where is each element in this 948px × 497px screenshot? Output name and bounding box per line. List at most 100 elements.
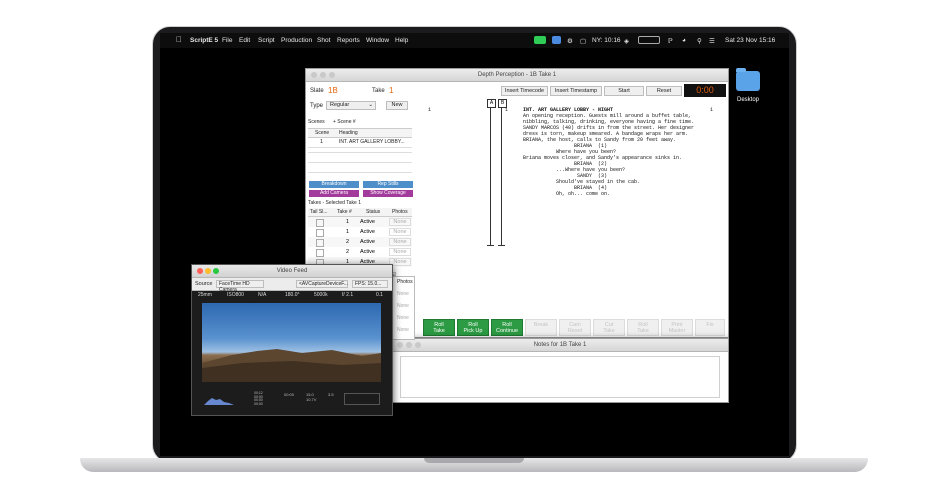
minimize-button[interactable] [205, 268, 211, 274]
minimize-button[interactable] [406, 342, 412, 348]
facetime-status-icon[interactable] [534, 36, 546, 44]
roll-pickup-button[interactable]: Roll Pick Up [457, 319, 489, 336]
table-row[interactable]: 1 Active None [308, 217, 412, 227]
menu-window[interactable]: Window [366, 37, 389, 44]
menu-shot[interactable]: Shot [317, 37, 330, 44]
close-button[interactable] [197, 268, 203, 274]
break-button[interactable]: Break [525, 319, 557, 336]
take-photos[interactable]: None [389, 238, 411, 246]
takes-col-photos[interactable]: Photos [392, 209, 408, 215]
menu-production[interactable]: Production [281, 37, 312, 44]
cam-reset-button[interactable]: Cam Reset [559, 319, 591, 336]
roll-take-disabled-button[interactable]: Roll Take [627, 319, 659, 336]
table-row[interactable]: 2 Active None [308, 237, 412, 247]
minimize-button[interactable] [320, 72, 326, 78]
take-value[interactable]: 1 [389, 86, 393, 95]
insert-timestamp-button[interactable]: Insert Timestamp [550, 86, 602, 96]
scene-col-header[interactable]: Scene [315, 130, 329, 136]
bluetooth-icon[interactable]: ℙ [668, 37, 673, 45]
rep-stills-button[interactable]: Rep Stills [363, 181, 413, 188]
fps-select[interactable]: FPS: 15.0... [352, 280, 388, 288]
close-button[interactable] [397, 342, 403, 348]
takes-col-status[interactable]: Status [366, 209, 380, 215]
mirror-icon[interactable]: ▢ [580, 37, 586, 45]
takes-col-take[interactable]: Take # [337, 209, 352, 215]
photo-slot[interactable]: None [397, 315, 409, 321]
divider [308, 152, 412, 153]
wifi-icon[interactable]: ◕ [682, 37, 686, 44]
take-status[interactable]: Active [360, 229, 375, 235]
main-window-title: Depth Perception - 1B Take 1 [477, 72, 557, 78]
take-number: 2 [346, 239, 350, 245]
date-time[interactable]: Sat 23 Nov 15:16 [725, 37, 775, 44]
photo-slot[interactable]: None [397, 327, 409, 333]
shield-icon[interactable]: ◈ [624, 37, 629, 45]
slate-value[interactable]: 1B [328, 86, 338, 95]
reset-button[interactable]: Reset [646, 86, 682, 96]
menu-script[interactable]: Script [258, 37, 275, 44]
camera-a-marker[interactable]: A [487, 99, 496, 108]
take-photos[interactable]: None [389, 248, 411, 256]
table-row[interactable]: 2 Active None [308, 247, 412, 257]
main-window-titlebar[interactable]: Depth Perception - 1B Take 1 [306, 69, 728, 82]
zoom-button[interactable] [329, 72, 335, 78]
take-status[interactable]: Active [360, 239, 375, 245]
battery-icon[interactable] [638, 36, 660, 44]
start-button[interactable]: Start [604, 86, 644, 96]
gear-icon[interactable]: ⚙ [567, 37, 573, 45]
roll-continue-button[interactable]: Roll Continue [491, 319, 523, 336]
menu-reports[interactable]: Reports [337, 37, 360, 44]
checkbox[interactable] [316, 239, 324, 247]
takes-col-tail[interactable]: Tail Sl... [310, 209, 328, 215]
coverage-end-a [487, 245, 494, 246]
search-icon[interactable]: ⚲ [697, 37, 702, 45]
control-center-icon[interactable]: ☰ [709, 37, 715, 45]
video-frame[interactable] [202, 303, 381, 382]
add-scene-button[interactable]: + Scene # [333, 119, 356, 125]
coverage-line-b[interactable] [501, 108, 502, 246]
type-select[interactable]: Regular ⌄ [326, 101, 376, 110]
roll-take-button[interactable]: Roll Take [423, 319, 455, 336]
show-coverage-button[interactable]: Show Coverage [363, 190, 413, 197]
add-camera-button[interactable]: Add Camera [309, 190, 359, 197]
device-select[interactable]: <AVCaptureDeviceF... [296, 280, 348, 288]
notes-textarea[interactable] [400, 356, 720, 398]
fix-button[interactable]: Fix [695, 319, 725, 336]
photo-slot[interactable]: None [397, 291, 409, 297]
apple-menu-icon[interactable]:  [176, 35, 182, 44]
checkbox[interactable] [316, 219, 324, 227]
heading-col-header[interactable]: Heading [339, 130, 358, 136]
print-master-button[interactable]: Print Master [661, 319, 693, 336]
source-select[interactable]: FaceTime HD Camera [216, 280, 264, 293]
zoom-button[interactable] [415, 342, 421, 348]
folder-icon[interactable] [736, 68, 760, 91]
cut-take-button[interactable]: Cut Take [593, 319, 625, 336]
insert-timecode-button[interactable]: Insert Timecode [501, 86, 548, 96]
app-status-icon[interactable] [552, 36, 561, 44]
breakdown-button[interactable]: Breakdown [309, 181, 359, 188]
timecode-overlay: 00:12 00:00 00:00 00:00 [254, 391, 280, 406]
new-button[interactable]: New [386, 101, 408, 110]
clock-ny[interactable]: NY: 10:16 [592, 37, 621, 44]
take-photos[interactable]: None [389, 228, 411, 236]
take-photos[interactable]: None [389, 218, 411, 226]
script-page[interactable]: 1 1 1 A B INT. ART GALLERY LOBBY - NIGHT… [423, 99, 726, 319]
video-titlebar[interactable]: Video Feed [192, 265, 392, 278]
menu-file[interactable]: File [222, 37, 232, 44]
coverage-line-a[interactable] [490, 108, 491, 246]
take-status[interactable]: Active [360, 249, 375, 255]
photo-slot[interactable]: None [397, 303, 409, 309]
takes-table: 1 Active None 1 Active None 2 Active Non… [308, 217, 412, 269]
menu-help[interactable]: Help [395, 37, 408, 44]
take-status[interactable]: Active [360, 219, 375, 225]
scene-row[interactable]: 1 INT. ART GALLERY LOBBY... [308, 138, 412, 148]
notes-titlebar[interactable]: Notes for 1B Take 1 [392, 339, 728, 352]
menu-edit[interactable]: Edit [239, 37, 250, 44]
close-button[interactable] [311, 72, 317, 78]
checkbox[interactable] [316, 229, 324, 237]
checkbox[interactable] [316, 249, 324, 257]
zoom-button[interactable] [213, 268, 219, 274]
camera-b-marker[interactable]: B [498, 99, 507, 108]
app-menu[interactable]: ScriptE 5 [190, 37, 218, 44]
table-row[interactable]: 1 Active None [308, 227, 412, 237]
